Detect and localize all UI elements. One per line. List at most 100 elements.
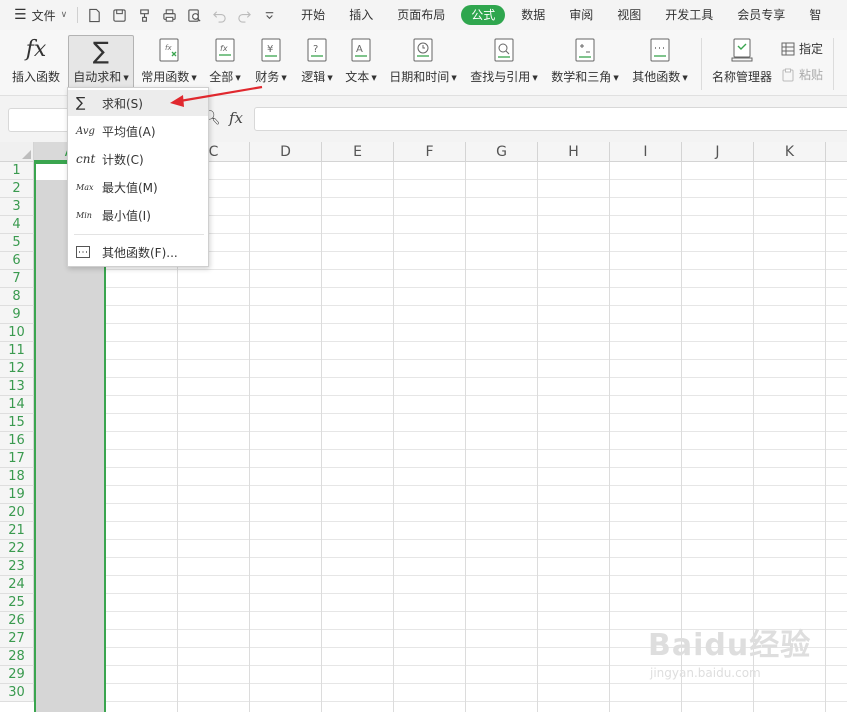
lookup-label-wrap: 查找与引用 ▼ [470,70,538,84]
lookup-button[interactable]: 查找与引用 ▼ [468,36,540,92]
column-header-j[interactable]: J [682,142,754,162]
row-header[interactable]: 16 [0,432,34,450]
row-header[interactable]: 12 [0,360,34,378]
tab-member[interactable]: 会员专享 [725,5,797,25]
row-header[interactable]: 22 [0,540,34,558]
tab-smart[interactable]: 智 [797,5,833,25]
column-header-g[interactable]: G [466,142,538,162]
customize-toolbar-icon[interactable] [262,7,277,23]
redo-icon[interactable] [237,7,252,23]
row-header[interactable]: 11 [0,342,34,360]
text-functions-icon: A [351,38,371,62]
row-header[interactable]: 7 [0,270,34,288]
datetime-button[interactable]: 日期和时间 ▼ [387,36,459,92]
row-header[interactable]: 25 [0,594,34,612]
text-functions-button[interactable]: A 文本 ▼ [342,36,380,92]
common-functions-button[interactable]: fx 常用函数 ▼ [139,36,199,92]
file-menu[interactable]: ☰ 文件 ∨ [0,0,67,30]
file-menu-label: 文件 [31,8,56,23]
menu-item-average[interactable]: Avg 平均值(A) [68,118,208,144]
print-icon[interactable] [162,7,177,23]
tab-review[interactable]: 审阅 [557,5,605,25]
tab-insert[interactable]: 插入 [337,5,385,25]
row-header[interactable]: 21 [0,522,34,540]
row-header[interactable]: 17 [0,450,34,468]
column-header-l[interactable] [826,142,847,162]
print-preview-icon[interactable] [187,7,202,23]
tab-data[interactable]: 数据 [509,5,557,25]
tab-view[interactable]: 视图 [605,5,653,25]
row-header[interactable]: 24 [0,576,34,594]
tab-page-layout[interactable]: 页面布局 [385,5,457,25]
row-header[interactable]: 28 [0,648,34,666]
menu-item-min[interactable]: Min 最小值(I) [68,202,208,228]
column-header-d[interactable]: D [250,142,322,162]
tab-home[interactable]: 开始 [289,5,337,25]
row-header[interactable]: 30 [0,684,34,702]
row-header[interactable]: 15 [0,414,34,432]
row-header[interactable]: 4 [0,216,34,234]
row-header[interactable]: 10 [0,324,34,342]
specify-button[interactable]: 指定 [781,40,823,57]
other-functions-label: 其他函数 [632,70,681,84]
menu-item-more-functions-label: 其他函数(F)... [102,245,178,260]
row-header[interactable]: 26 [0,612,34,630]
math-button[interactable]: 数学和三角 ▼ [548,36,622,92]
row-header[interactable]: 6 [0,252,34,270]
column-header-e[interactable]: E [322,142,394,162]
menu-item-max[interactable]: Max 最大值(M) [68,174,208,200]
common-functions-label-wrap: 常用函数 ▼ [141,70,197,84]
row-header[interactable]: 9 [0,306,34,324]
sigma-icon: ∑ [92,37,110,65]
save-icon[interactable] [112,7,127,23]
select-all-corner[interactable] [0,142,34,162]
watermark-logo: Baidu经验 [648,628,812,663]
menu-item-count[interactable]: cnt 计数(C) [68,146,208,172]
autosum-button[interactable]: ∑ 自动求和 ▼ [68,35,134,91]
other-functions-button[interactable]: 其他函数 ▼ [629,36,691,92]
name-manager-button[interactable]: 名称管理器 [709,36,775,92]
name-manager-icon [731,38,753,62]
menu-item-more-functions[interactable]: 其他函数(F)... [68,239,208,265]
row-header[interactable]: 3 [0,198,34,216]
column-header-f[interactable]: F [394,142,466,162]
formula-input[interactable] [254,107,847,131]
tab-formulas[interactable]: 公式 [461,5,506,25]
tab-developer[interactable]: 开发工具 [653,5,725,25]
insert-function-button[interactable]: fx 插入函数 [8,36,64,92]
undo-icon[interactable] [212,7,227,23]
column-header-i[interactable]: I [610,142,682,162]
finance-button[interactable]: ¥ 财务 ▼ [250,36,292,92]
math-label-wrap: 数学和三角 ▼ [551,70,619,84]
text-label-wrap: 文本 ▼ [345,70,377,84]
row-header[interactable]: 2 [0,180,34,198]
row-header[interactable]: 27 [0,630,34,648]
specify-label: 指定 [799,42,824,56]
ribbon-tabs: 开始 插入 页面布局 公式 数据 审阅 视图 开发工具 会员专享 智 [289,0,833,30]
row-header[interactable]: 18 [0,468,34,486]
logic-label-wrap: 逻辑 ▼ [301,70,333,84]
row-header[interactable]: 20 [0,504,34,522]
name-manager-label: 名称管理器 [711,70,772,84]
row-header[interactable]: 23 [0,558,34,576]
format-painter-icon[interactable] [137,7,152,23]
column-header-k[interactable]: K [754,142,826,162]
row-header[interactable]: 19 [0,486,34,504]
row-header[interactable]: 1 [0,162,34,180]
formula-fx-label[interactable]: fx [229,109,243,127]
lookup-icon [494,38,514,62]
row-header[interactable]: 8 [0,288,34,306]
row-header[interactable]: 29 [0,666,34,684]
svg-text:A: A [356,44,363,55]
menu-item-average-label: 平均值(A) [102,124,156,139]
menu-item-sum[interactable]: ∑ 求和(S) [68,90,208,116]
new-file-icon[interactable] [87,7,102,23]
ribbon-divider [701,38,702,90]
column-header-h[interactable]: H [538,142,610,162]
all-functions-button[interactable]: fx 全部 ▼ [204,36,246,92]
logic-button[interactable]: ? 逻辑 ▼ [296,36,338,92]
paste-button[interactable]: 粘贴 [781,66,823,83]
row-header[interactable]: 5 [0,234,34,252]
row-header[interactable]: 14 [0,396,34,414]
row-header[interactable]: 13 [0,378,34,396]
